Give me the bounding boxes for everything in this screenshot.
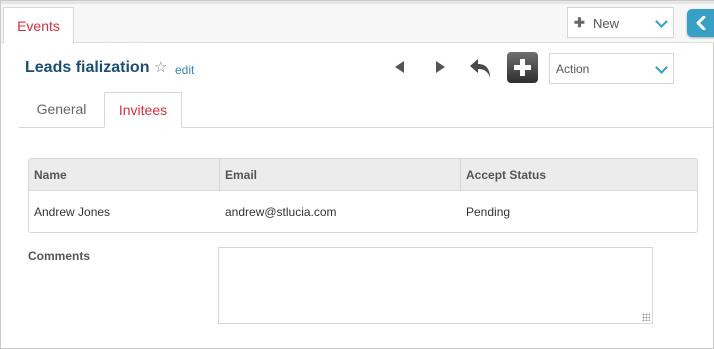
chevron-down-icon (655, 15, 668, 28)
sidebar-toggle-button[interactable] (687, 9, 714, 37)
add-icon[interactable] (507, 52, 538, 83)
invitee-name[interactable]: Andrew Jones (34, 205, 110, 219)
action-select[interactable]: Action (549, 53, 674, 84)
plus-icon: ✚ (574, 15, 585, 30)
previous-record-icon[interactable] (395, 61, 404, 73)
column-header-accept-status[interactable]: Accept Status (466, 168, 546, 182)
undo-icon[interactable] (468, 56, 494, 80)
new-record-select[interactable]: ✚ New (567, 7, 674, 38)
column-header-email[interactable]: Email (225, 168, 257, 182)
tab-general[interactable]: General (23, 101, 100, 117)
column-divider (219, 159, 220, 191)
edit-title-link[interactable]: edit (175, 63, 194, 77)
new-select-label: New (593, 16, 620, 31)
invitee-email[interactable]: andrew@stlucia.com (225, 205, 337, 219)
module-tab-bar: Events ✚ New (1, 1, 714, 44)
table-header: Name Email Accept Status (29, 159, 697, 191)
next-record-icon[interactable] (436, 61, 445, 73)
action-select-label: Action (556, 62, 590, 76)
column-divider (460, 159, 461, 191)
comments-textarea[interactable] (218, 247, 653, 324)
favorite-star-icon[interactable]: ☆ (154, 60, 167, 76)
record-title: Leads fialization (25, 59, 150, 76)
app-frame: Events ✚ New Leads fialization ☆ edit Ac… (0, 0, 714, 349)
column-header-name[interactable]: Name (34, 168, 67, 182)
invitee-accept-status: Pending (466, 205, 511, 219)
resize-grip-icon[interactable] (642, 313, 650, 321)
tab-invitees[interactable]: Invitees (104, 92, 182, 128)
chevron-left-icon (696, 16, 706, 30)
comments-label: Comments (28, 249, 91, 263)
chevron-down-icon (655, 61, 668, 74)
invitees-table: Name Email Accept Status Andrew Jones an… (28, 158, 698, 233)
tab-events[interactable]: Events (3, 7, 74, 44)
